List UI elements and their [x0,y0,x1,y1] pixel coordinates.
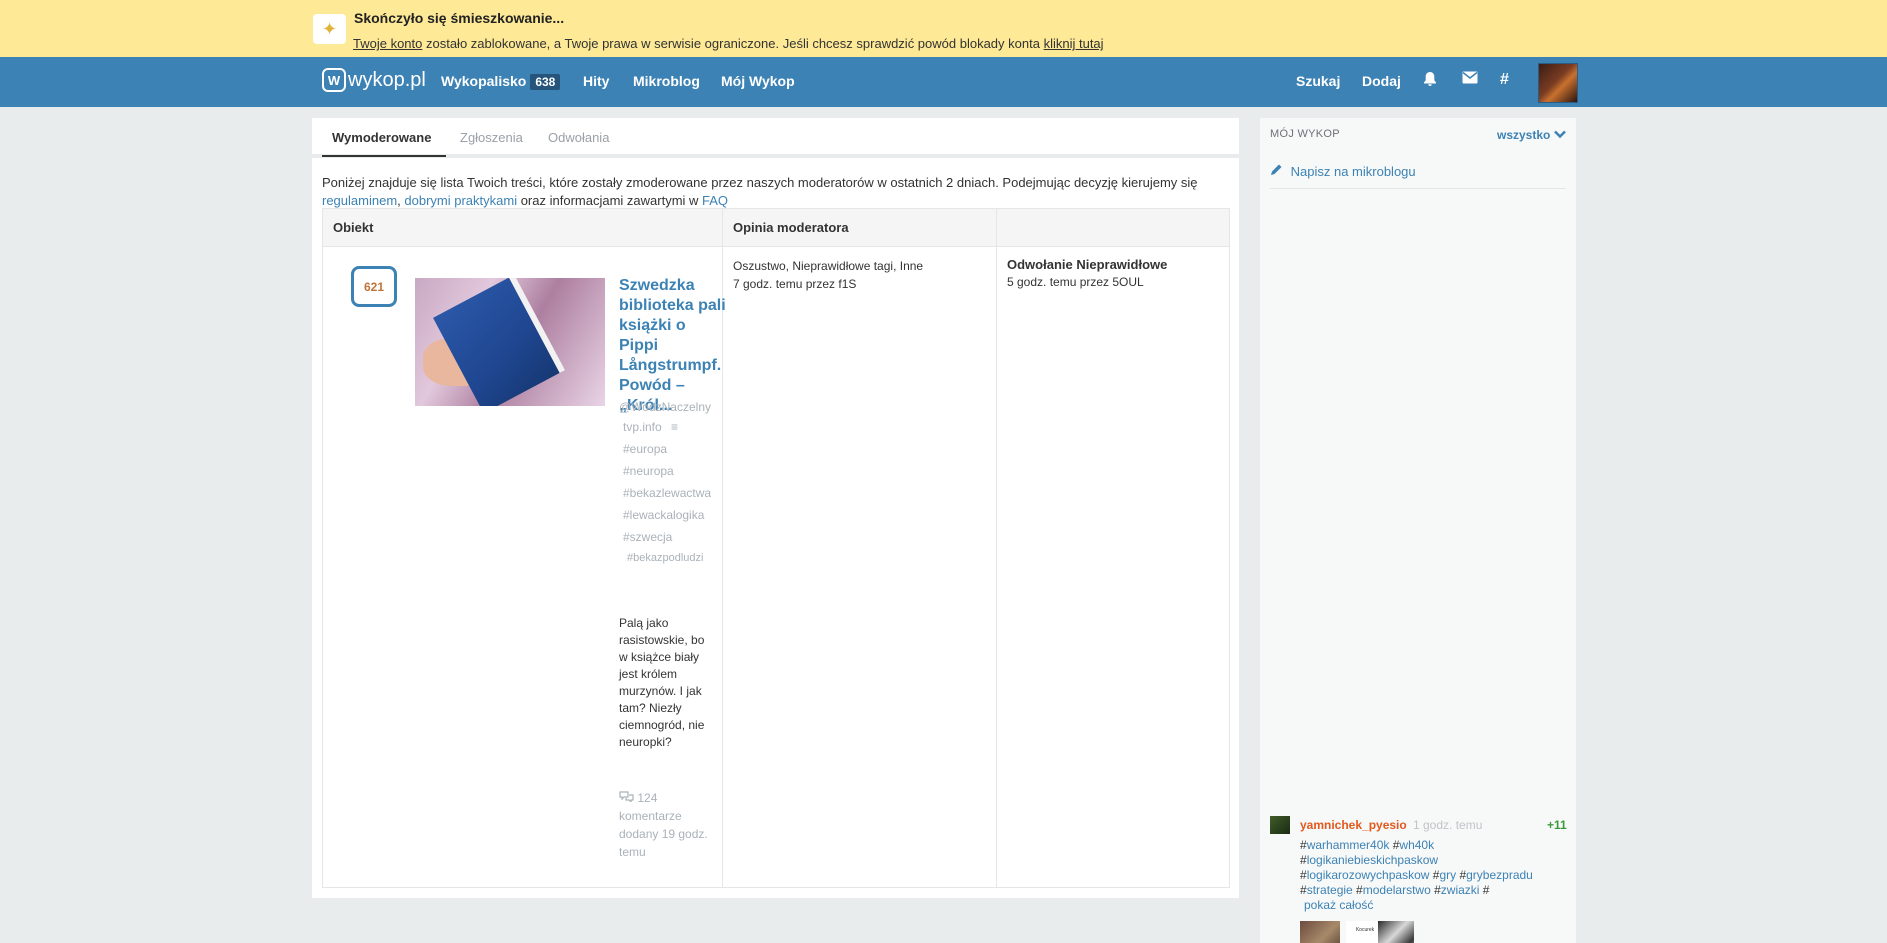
thumbnail-book [433,278,565,406]
menu-lines-icon[interactable]: ≡ [671,420,678,434]
article-author[interactable]: @WodzNaczelny [619,400,711,414]
tag-link[interactable]: logikarozowychpaskow [1307,868,1430,882]
entry-image[interactable] [1300,921,1340,943]
article-source: tvp.info ≡ [623,420,678,434]
nav-mikroblog[interactable]: Mikroblog [633,73,700,89]
faq-link[interactable]: FAQ [702,193,728,208]
user-avatar[interactable] [1538,63,1578,103]
column-divider [996,209,997,887]
write-microblog-label: Napisz na mikroblogu [1290,164,1416,179]
vote-counter[interactable]: 621 [351,266,397,307]
right-sidebar: MÓJ WYKOP wszystko Napisz na mikroblogu … [1260,118,1576,943]
appeal-status: Odwołanie Nieprawidłowe [1007,257,1168,272]
tag-link[interactable]: #bekazlewactwa [623,486,711,500]
nav-wykopalisko-label: Wykopalisko [441,73,527,89]
show-more-link[interactable]: pokaż całość [1304,898,1373,912]
hashtag-icon[interactable]: # [1500,71,1509,89]
logo-mark-icon: W [322,68,346,92]
image-caption: Kocurek [1355,927,1375,933]
source-domain: tvp.info [623,420,662,434]
moderation-reason: Oszustwo, Nieprawidłowe tagi, Inne [733,259,924,273]
nav-szukaj[interactable]: Szukaj [1296,73,1340,89]
banner-message: zostało zablokowane, a Twoje prawa w ser… [422,36,1044,51]
banner-text: Twoje konto zostało zablokowane, a Twoje… [353,36,1104,51]
nav-wykopalisko[interactable]: Wykopalisko 638 [441,73,561,90]
tab-zgloszenia[interactable]: Zgłoszenia [460,130,523,145]
sidebar-filter-dropdown[interactable]: wszystko [1497,128,1566,142]
article-stats: 124 komentarze dodany 19 godz. temu [619,789,711,861]
tag-link[interactable]: logikaniebieskichpaskow [1307,853,1438,867]
intro-text-part: oraz informacjami zawartymi w [517,193,703,208]
added-time: dodany 19 godz. temu [619,827,708,859]
wand-icon: ✦ [313,14,346,44]
write-microblog-link[interactable]: Napisz na mikroblogu [1270,163,1566,189]
nav-moj-wykop[interactable]: Mój Wykop [721,73,795,89]
nav-hity[interactable]: Hity [583,73,609,89]
click-here-link[interactable]: kliknij tutaj [1044,36,1104,51]
header-obiekt: Obiekt [333,220,374,235]
tag-link[interactable]: zwiazki [1441,883,1480,897]
tag-link[interactable]: #szwecja [623,530,672,544]
top-navbar: W wykop.pl Wykopalisko 638 Hity Mikroblog… [0,57,1887,107]
account-link[interactable]: Twoje konto [353,36,422,51]
tag-link[interactable]: grybezpradu [1466,868,1533,882]
tag-link[interactable]: gry [1439,868,1456,882]
rules-link[interactable]: regulaminem [322,193,397,208]
notification-banner: ✦ Skończyło się śmieszkowanie... Twoje k… [0,0,1887,57]
table-header: Obiekt Opinia moderatora [323,209,1229,247]
banner-title: Skończyło się śmieszkowanie... [354,10,565,26]
entry-tags: #warhammer40k #wh40k #logikaniebieskichp… [1300,838,1533,897]
filter-label: wszystko [1497,128,1551,142]
tag-link[interactable]: wh40k [1399,838,1434,852]
sidebar-header: MÓJ WYKOP [1270,128,1340,140]
tag-link[interactable]: warhammer40k [1307,838,1390,852]
tag-link[interactable]: strategie [1307,883,1353,897]
appeal-time: 5 godz. temu przez 5OUL [1007,275,1144,289]
intro-text: Poniżej znajduje się lista Twoich treści… [322,174,1232,210]
article-title-link[interactable]: Szwedzka biblioteka pali książki o Pippi… [619,276,729,416]
mail-icon[interactable] [1462,71,1478,89]
entry-time: 1 godz. temu [1413,818,1483,832]
article-description: Palą jako rasistowskie, bo w książce bia… [619,616,705,749]
tag-link[interactable]: #bekazpodludzi [627,552,703,564]
tab-wymoderowane[interactable]: Wymoderowane [332,130,431,145]
good-practices-link[interactable]: dobrymi praktykami [404,193,517,208]
comments-link[interactable]: 124 komentarze [619,791,682,823]
intro-text-part: Poniżej znajduje się lista Twoich treści… [322,175,1198,190]
tag-link[interactable]: modelarstwo [1363,883,1431,897]
chevron-down-icon [1553,130,1566,139]
header-opinia: Opinia moderatora [733,220,849,235]
main-panel: Wymoderowane Zgłoszenia Odwołania Poniże… [312,118,1239,898]
entry-username[interactable]: yamnichek_pyesio [1300,818,1407,832]
tab-odwolania[interactable]: Odwołania [548,130,609,145]
article-thumbnail[interactable] [415,278,605,406]
bell-icon[interactable] [1423,71,1437,92]
tag-link[interactable]: #europa [623,442,667,456]
pencil-icon [1271,164,1282,175]
tag-link[interactable]: #neuropa [623,464,674,478]
logo[interactable]: W wykop.pl [322,68,426,92]
moderation-table: Obiekt Opinia moderatora 621 Szwedzka bi… [322,208,1230,888]
entry-avatar[interactable] [1270,816,1290,834]
active-tab-indicator [322,155,446,157]
tabs-bar: Wymoderowane Zgłoszenia Odwołania [312,118,1239,158]
entry-image[interactable] [1378,921,1414,943]
comments-icon [619,791,634,804]
nav-dodaj[interactable]: Dodaj [1362,73,1401,89]
entry-votes[interactable]: +11 [1547,818,1567,832]
moderator-opinion: Oszustwo, Nieprawidłowe tagi, Inne 7 god… [733,257,923,293]
wykopalisko-count-badge: 638 [530,74,561,90]
moderation-time: 7 godz. temu przez f1S [733,277,857,291]
tag-link[interactable]: #lewackalogika [623,508,704,522]
logo-text: wykop.pl [348,68,426,91]
